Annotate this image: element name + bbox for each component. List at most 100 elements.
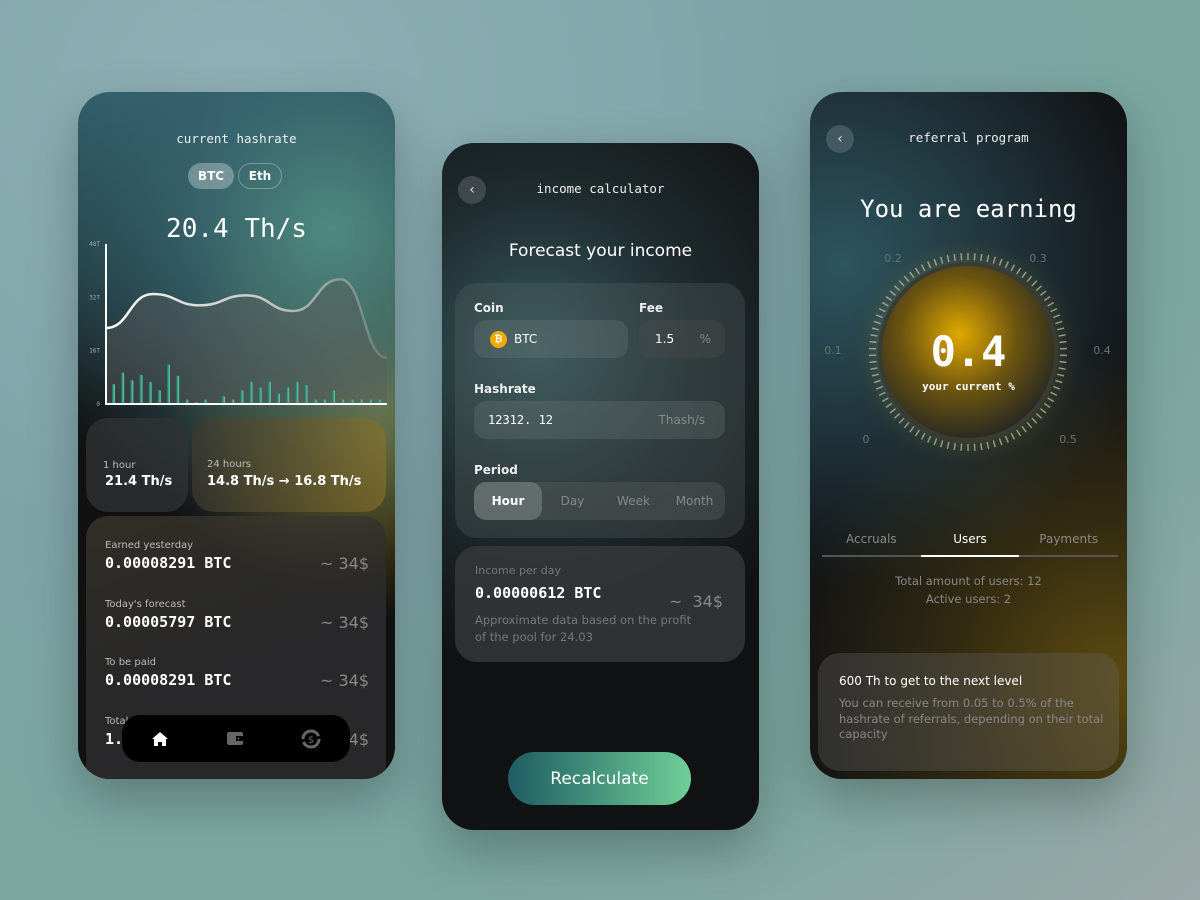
tab-accruals[interactable]: Accruals [822, 532, 921, 555]
chart-bar [121, 372, 125, 404]
svg-text:$: $ [308, 735, 314, 746]
current-percent: 0.4 [930, 327, 1007, 376]
dial-tick [953, 443, 956, 451]
chart-bar [112, 384, 115, 404]
coin-label: Coin [474, 301, 504, 315]
hashrate-chart: 0 16T 32T 48T [89, 241, 388, 408]
chart-bar [258, 387, 262, 404]
wallet-icon[interactable] [226, 731, 244, 746]
earning-usd: ~ 34$ [319, 554, 369, 573]
stat-24-hours: 24 hours 14.8 Th/s → 16.8 Th/s [192, 418, 386, 512]
next-level-card: 600 Th to get to the next level You can … [818, 653, 1119, 771]
period-selector: Hour Day Week Month [474, 482, 725, 520]
tabs: Accruals Users Payments [822, 532, 1118, 557]
chart-bar [176, 375, 180, 404]
income-card: Income per day 0.00000612 BTC ~ 34$ Appr… [455, 546, 745, 662]
stat-label: 1 hour [103, 460, 136, 471]
recalculate-button[interactable]: Recalculate [508, 752, 691, 805]
hashrate-unit: Thash/s [658, 413, 705, 427]
income-usd: ~ 34$ [668, 592, 723, 611]
chart-bar [139, 374, 143, 404]
total-users: Total amount of users: 12 [895, 574, 1042, 588]
active-users: Active users: 2 [925, 592, 1012, 606]
chart-bar [286, 387, 290, 404]
coin-tab-eth[interactable]: Eth [238, 163, 282, 189]
stat-1-hour: 1 hour 21.4 Th/s [86, 418, 188, 512]
dial-label: 0.2 [884, 252, 902, 265]
hashrate-input[interactable]: 12312. 12 Thash/s [474, 401, 725, 439]
page-heading: You are earning [860, 195, 1077, 223]
earning-label: Today's forecast [105, 598, 186, 610]
fee-unit: % [699, 332, 711, 346]
dial-tick [980, 253, 983, 261]
stat-to: 16.8 Th/s [294, 474, 362, 489]
coin-select[interactable]: ₿ BTC [474, 320, 628, 358]
chart-bar [222, 396, 225, 404]
earning-btc: 0.00005797 BTC [105, 612, 232, 631]
dial-label: 0.3 [1029, 252, 1047, 265]
level-text: You can receive from 0.05 to 0.5% of the… [839, 696, 1104, 741]
chart-bar [240, 390, 244, 404]
y-tick-label: 0 [96, 401, 100, 408]
period-option-month[interactable]: Month [664, 482, 725, 520]
chart-bar [167, 364, 170, 404]
earning-btc: 0.00008291 BTC [105, 554, 232, 572]
coin-value: BTC [514, 332, 538, 346]
earning-btc: 0.00008291 BTC [105, 671, 232, 689]
earning-usd: ~ 34$ [319, 612, 369, 632]
income-value: 0.00000612 BTC [475, 584, 602, 602]
home-icon[interactable] [151, 731, 169, 747]
stat-from: 14.8 Th/s [207, 474, 275, 489]
calculator-form: Coin ₿ BTC Fee 1.5 % Hashrate 12312. 12 … [455, 283, 745, 538]
period-option-hour[interactable]: Hour [474, 482, 542, 520]
stat-label: 24 hours [207, 459, 252, 470]
earning-label: Earned yesterday [105, 540, 194, 551]
dial-label: 0.5 [1059, 433, 1077, 446]
hashrate-label: Hashrate [474, 382, 536, 396]
hashrate-value: 12312. 12 [488, 413, 554, 427]
fee-label: Fee [639, 301, 663, 315]
chart-bar [130, 380, 134, 404]
bitcoin-icon: ₿ [490, 330, 507, 348]
chart-bar [267, 381, 271, 404]
bottom-nav: $ [122, 715, 350, 762]
earning-label: To be paid [105, 657, 156, 668]
page-heading: Forecast your income [508, 241, 693, 261]
referral-screen: ‹ referral program You are earning 0 0.1 0… [810, 92, 1127, 779]
tab-payments[interactable]: Payments [1019, 532, 1118, 555]
income-label: Income per day [475, 564, 561, 577]
income-note: Approximate data based on the profit of … [475, 613, 692, 644]
chart-bar [277, 393, 280, 404]
chart-bar [304, 385, 308, 404]
stat-value: 21.4 Th/s [105, 474, 173, 489]
chart-bar [157, 390, 161, 404]
chart-bar [332, 390, 335, 404]
y-tick-label: 32T [89, 294, 100, 301]
earning-btc: 1. [105, 729, 124, 748]
period-label: Period [474, 463, 518, 477]
chart-bar [249, 381, 253, 404]
fee-input[interactable]: 1.5 % [639, 320, 725, 358]
dial-tick [953, 253, 956, 261]
screen-title: income calculator [536, 181, 665, 196]
period-option-day[interactable]: Day [542, 482, 603, 520]
earning-usd: ~ 34$ [319, 671, 369, 690]
coin-tab-btc[interactable]: BTC [188, 163, 234, 189]
income-calculator-screen: ‹ income calculator Forecast your income… [442, 143, 759, 830]
hashrate-screen: current hashrate BTC Eth 20.4 Th/s 0 16T 3… [78, 92, 395, 779]
dollar-cycle-icon[interactable]: $ [301, 729, 321, 749]
dial-tick [980, 443, 983, 451]
dial-label: 0 [863, 433, 870, 446]
y-tick-label: 48T [89, 241, 100, 248]
hashrate-area [106, 279, 387, 404]
tab-users[interactable]: Users [920, 532, 1020, 557]
period-option-week[interactable]: Week [603, 482, 664, 520]
arrow-icon: → [278, 474, 290, 489]
current-percent-label: your current % [922, 380, 1015, 393]
level-title: 600 Th to get to the next level [839, 674, 1023, 688]
chart-bar [295, 381, 299, 404]
y-tick-label: 16T [89, 348, 100, 355]
screen-title: referral program [908, 130, 1029, 145]
fee-value: 1.5 [655, 332, 675, 346]
chart-bar [148, 381, 152, 404]
